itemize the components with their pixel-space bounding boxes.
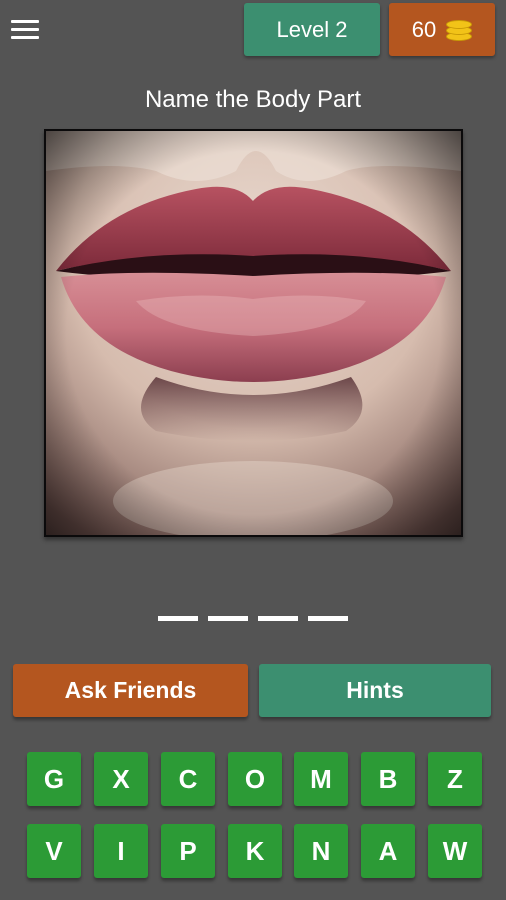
letter-key[interactable]: K — [228, 824, 282, 878]
letter-key[interactable]: W — [428, 824, 482, 878]
answer-slot[interactable] — [158, 616, 198, 621]
level-badge: Level 2 — [244, 3, 380, 56]
letter-key[interactable]: X — [94, 752, 148, 806]
answer-slots — [158, 614, 350, 624]
coins-badge[interactable]: 60 — [389, 3, 495, 56]
answer-slot[interactable] — [208, 616, 248, 621]
letter-key[interactable]: G — [27, 752, 81, 806]
answer-slot[interactable] — [258, 616, 298, 621]
letter-key[interactable]: P — [161, 824, 215, 878]
menu-icon[interactable] — [10, 18, 40, 42]
letter-key[interactable]: V — [27, 824, 81, 878]
ask-friends-button[interactable]: Ask Friends — [13, 664, 248, 717]
question-prompt: Name the Body Part — [144, 86, 362, 113]
letter-key[interactable]: N — [294, 824, 348, 878]
letter-key[interactable]: A — [361, 824, 415, 878]
hints-button[interactable]: Hints — [259, 664, 491, 717]
letter-key[interactable]: Z — [428, 752, 482, 806]
letter-key[interactable]: O — [228, 752, 282, 806]
coin-count: 60 — [411, 16, 437, 42]
letter-key[interactable]: C — [161, 752, 215, 806]
ask-friends-label: Ask Friends — [64, 677, 197, 703]
puzzle-image — [44, 129, 463, 537]
letter-key[interactable]: I — [94, 824, 148, 878]
answer-slot[interactable] — [308, 616, 348, 621]
letter-key[interactable]: B — [361, 752, 415, 806]
hints-label: Hints — [346, 677, 404, 703]
level-label: Level 2 — [276, 16, 348, 42]
letter-key[interactable]: M — [294, 752, 348, 806]
coin-icon — [446, 19, 473, 41]
